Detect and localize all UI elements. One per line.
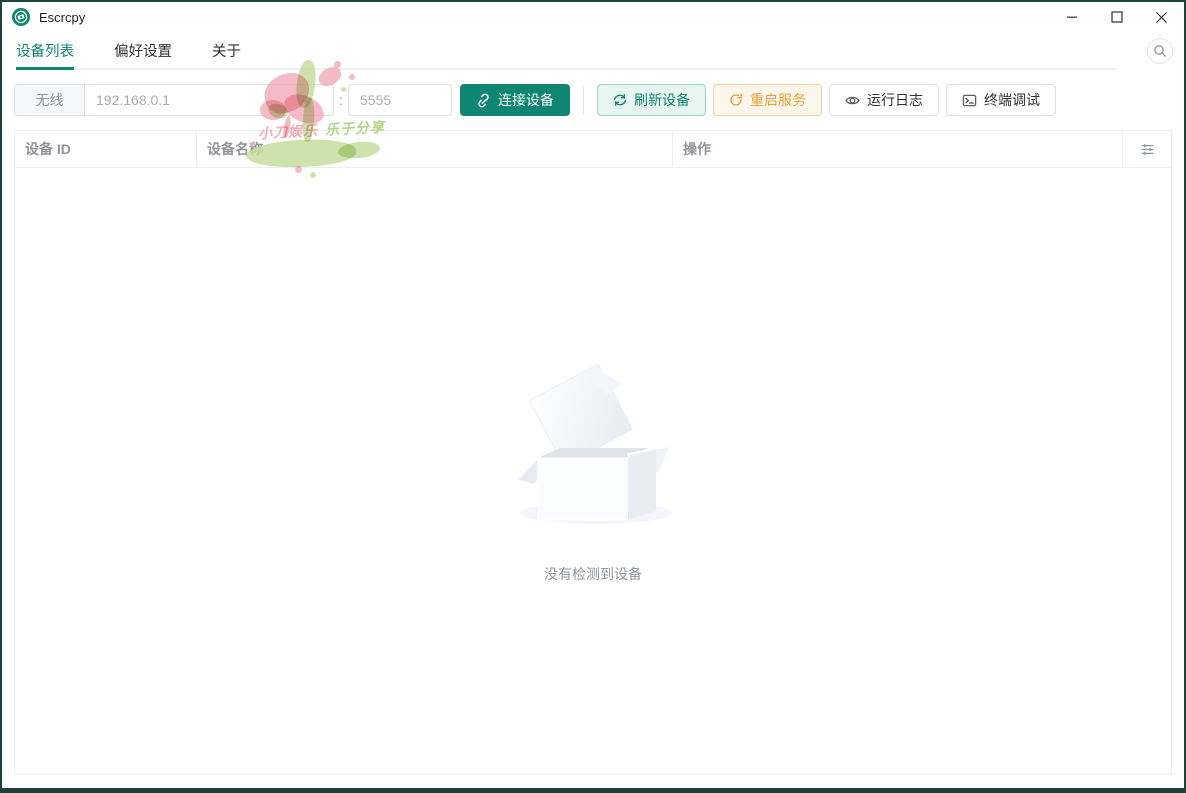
tab-preferences[interactable]: 偏好设置 <box>114 33 172 68</box>
close-button[interactable] <box>1139 2 1184 32</box>
maximize-button[interactable] <box>1094 2 1139 32</box>
tab-bar: 设备列表 偏好设置 关于 <box>16 33 1116 70</box>
tab-about[interactable]: 关于 <box>212 33 241 68</box>
window-controls <box>1049 2 1184 32</box>
wireless-mode-selector[interactable]: 无线 <box>14 84 84 116</box>
connect-device-button[interactable]: 连接设备 <box>460 84 570 116</box>
terminal-debug-button[interactable]: 终端调试 <box>946 84 1056 116</box>
minimize-button[interactable] <box>1049 2 1094 32</box>
link-icon <box>478 93 489 107</box>
column-header-device-id: 设备 ID <box>15 131 197 167</box>
refresh-icon <box>613 94 627 106</box>
device-table-header: 设备 ID 设备名称 操作 <box>15 131 1171 168</box>
empty-state-text: 没有检测到设备 <box>544 566 642 582</box>
app-logo-icon <box>12 8 30 26</box>
column-header-settings <box>1123 131 1171 167</box>
port-input[interactable] <box>348 84 452 116</box>
search-icon <box>1154 45 1167 58</box>
refresh-right-icon <box>730 93 742 106</box>
column-header-device-name: 设备名称 <box>197 131 673 167</box>
terminal-debug-label: 终端调试 <box>984 92 1040 108</box>
device-table-body: 没有检测到设备 <box>15 169 1171 773</box>
column-settings-button[interactable] <box>1136 138 1159 161</box>
connect-device-label: 连接设备 <box>498 92 554 108</box>
ip-port-separator: : <box>339 92 343 108</box>
run-logs-button[interactable]: 运行日志 <box>829 84 939 116</box>
refresh-devices-label: 刷新设备 <box>634 92 690 108</box>
device-table: 设备 ID 设备名称 操作 没有检测到设备 <box>14 130 1172 775</box>
sliders-icon <box>1141 143 1153 155</box>
address-input-group: 无线 : <box>14 84 452 116</box>
watermark-dot <box>349 74 355 80</box>
toolbar: 无线 : 连接设备 <box>14 84 1172 116</box>
terminal-icon <box>962 94 977 106</box>
eye-icon <box>845 96 860 104</box>
tab-device-list[interactable]: 设备列表 <box>16 33 74 70</box>
maximize-icon <box>1110 11 1123 23</box>
restart-service-label: 重启服务 <box>750 92 806 108</box>
close-icon <box>1156 11 1167 23</box>
search-button[interactable] <box>1147 38 1173 64</box>
empty-box-illustration <box>515 364 673 524</box>
titlebar: Escrcpy <box>2 2 1184 32</box>
column-header-actions: 操作 <box>673 131 1123 167</box>
ip-address-input[interactable] <box>84 84 334 116</box>
window-title: Escrcpy <box>39 9 86 25</box>
app-window: Escrcpy 设备列表 偏好设置 关于 无线 : <box>0 0 1186 793</box>
minimize-icon <box>1066 16 1077 18</box>
run-logs-label: 运行日志 <box>867 92 923 108</box>
refresh-devices-button[interactable]: 刷新设备 <box>597 84 706 116</box>
toolbar-divider <box>583 85 584 115</box>
restart-service-button[interactable]: 重启服务 <box>713 84 822 116</box>
